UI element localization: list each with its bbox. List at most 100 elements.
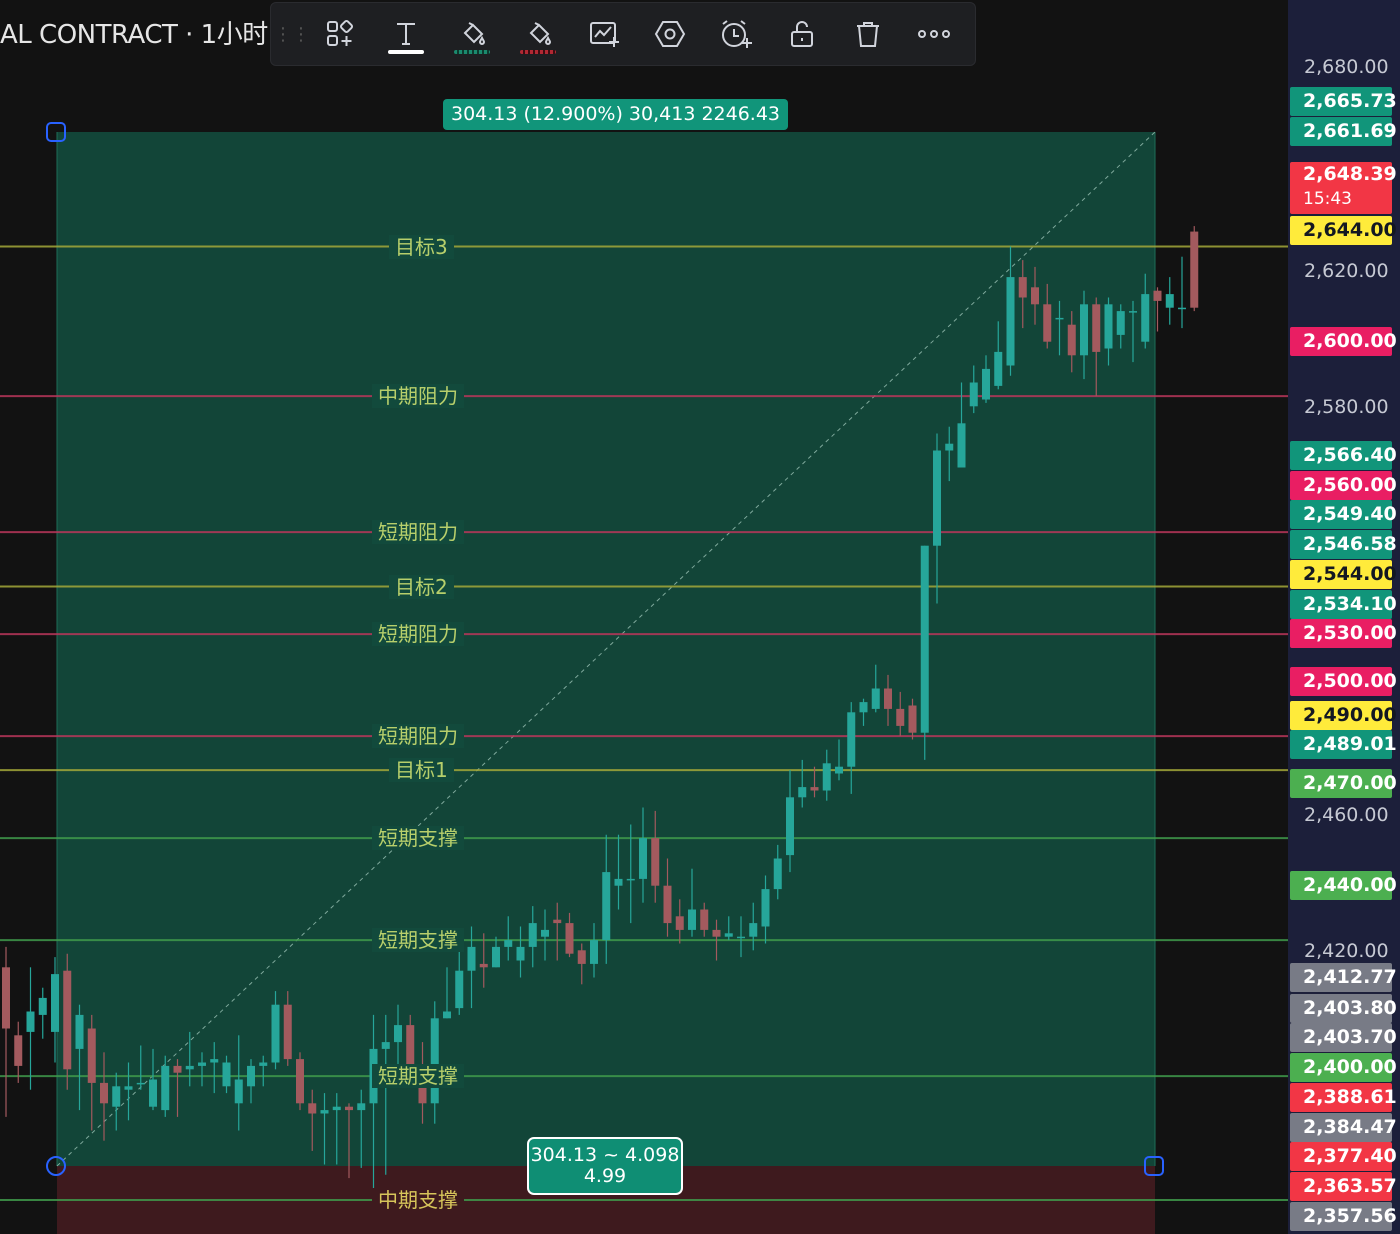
- candle-body: [1165, 294, 1174, 308]
- level-label[interactable]: 短期支撑: [372, 826, 464, 851]
- price-badge-value: 2,661.69: [1303, 120, 1397, 142]
- level-label[interactable]: 目标1: [389, 758, 454, 783]
- templates-icon[interactable]: [307, 2, 373, 66]
- price-badge-value: 2,566.40: [1303, 444, 1397, 466]
- price-badge: 2,384.47: [1290, 1113, 1397, 1142]
- price-badge: 2,440.00: [1290, 871, 1397, 900]
- candle-body: [222, 1062, 231, 1087]
- price-badge-value: 2,363.57: [1303, 1175, 1397, 1197]
- candle-body: [884, 688, 892, 709]
- candle-body: [945, 443, 954, 451]
- candle-body: [639, 838, 647, 879]
- candle-body: [908, 705, 917, 733]
- price-badge: 2,400.00: [1290, 1053, 1397, 1082]
- price-badge-value: 2,534.10: [1303, 593, 1397, 615]
- candle-body: [871, 688, 880, 709]
- price-badge-value: 2,357.56: [1303, 1205, 1397, 1227]
- price-badge: 2,489.01: [1290, 730, 1397, 759]
- candle-body: [590, 940, 598, 964]
- candle-body: [492, 946, 500, 968]
- candle-body: [761, 889, 770, 927]
- candle-body: [577, 950, 586, 964]
- position-stats-line2: 4.99: [583, 1165, 627, 1187]
- candle-body: [1031, 287, 1039, 305]
- candle-body: [394, 1025, 402, 1043]
- chart-canvas[interactable]: [0, 0, 1400, 1234]
- price-badge-value: 2,400.00: [1303, 1056, 1397, 1078]
- add-alert-chart-icon[interactable]: [571, 2, 637, 66]
- level-label[interactable]: 短期阻力: [372, 622, 464, 647]
- candle-body: [259, 1062, 268, 1066]
- price-badge: 2,403.80: [1290, 994, 1397, 1023]
- price-badge: 2,363.57: [1290, 1172, 1397, 1201]
- candle-body: [835, 766, 843, 774]
- axis-tick-label: 2,460.00: [1304, 804, 1389, 826]
- axis-tick-label: 2,580.00: [1304, 396, 1389, 418]
- trash-icon[interactable]: [835, 2, 901, 66]
- line-color-icon[interactable]: [505, 2, 571, 66]
- candle-body: [100, 1082, 108, 1104]
- price-badge-value: 2,412.77: [1303, 966, 1397, 988]
- fill-color-icon[interactable]: [439, 2, 505, 66]
- price-badge: 2,357.56: [1290, 1202, 1397, 1231]
- candle-body: [565, 923, 574, 954]
- candle-body: [1129, 311, 1137, 313]
- candle-body: [798, 787, 807, 798]
- candle-body: [504, 940, 513, 947]
- candle-body: [773, 858, 782, 890]
- level-label[interactable]: 目标3: [389, 234, 454, 259]
- level-label[interactable]: 目标2: [389, 574, 454, 599]
- price-badge: 2,600.00: [1290, 327, 1397, 356]
- fill-color-swatch: [454, 50, 490, 54]
- price-badge: 2,388.61: [1290, 1083, 1397, 1112]
- candle-body: [651, 838, 660, 886]
- price-badge-value: 2,384.47: [1303, 1116, 1397, 1138]
- alarm-add-icon[interactable]: [703, 2, 769, 66]
- drawing-toolbar: ⋮⋮: [270, 2, 976, 66]
- candle-body: [675, 916, 684, 930]
- candle-body: [933, 450, 941, 546]
- price-badge-value: 2,546.58: [1303, 533, 1397, 555]
- level-label[interactable]: 短期阻力: [372, 724, 464, 749]
- candle-body: [87, 1028, 96, 1083]
- price-badge: 2,534.10: [1290, 590, 1397, 619]
- level-label[interactable]: 短期阻力: [372, 520, 464, 545]
- level-label[interactable]: 短期支撑: [372, 928, 464, 953]
- candle-body: [332, 1106, 341, 1111]
- axis-tick-label: 2,680.00: [1304, 56, 1389, 78]
- drag-handle-icon[interactable]: ⋮⋮: [274, 2, 310, 66]
- candle-body: [626, 878, 635, 881]
- candle-body: [969, 382, 978, 407]
- position-stats-line1: 304.13 ~ 4.098: [530, 1144, 680, 1166]
- lock-icon[interactable]: [769, 2, 835, 66]
- text-icon[interactable]: [373, 2, 439, 66]
- candle-body: [663, 885, 672, 924]
- symbol-title[interactable]: AL CONTRACT · 1小时 ·: [0, 14, 284, 51]
- candle-body: [810, 787, 819, 791]
- settings-hexagon-icon[interactable]: [637, 2, 703, 66]
- candle-body: [1153, 290, 1162, 301]
- level-label[interactable]: 短期支撑: [372, 1064, 464, 1089]
- candle-body: [614, 878, 623, 886]
- candle-body: [161, 1065, 170, 1111]
- candle-body: [700, 909, 709, 930]
- candle-body: [2, 967, 10, 1029]
- candle-body: [430, 1018, 439, 1104]
- candle-body: [296, 1059, 304, 1104]
- candle-body: [688, 909, 696, 930]
- price-badge: 2,470.00: [1290, 769, 1397, 798]
- candle-body: [149, 1079, 157, 1107]
- candle-body: [14, 1035, 23, 1066]
- price-badge: 2,566.40: [1290, 441, 1397, 470]
- candle-body: [26, 1011, 35, 1032]
- candle-body: [749, 923, 758, 937]
- level-label[interactable]: 中期支撑: [372, 1187, 464, 1212]
- candle-body: [1092, 304, 1101, 352]
- price-badge-value: 2,403.80: [1303, 997, 1397, 1019]
- level-label[interactable]: 中期阻力: [372, 384, 464, 409]
- candle-body: [1067, 324, 1076, 356]
- candle-body: [381, 1042, 390, 1049]
- more-icon[interactable]: [901, 2, 967, 66]
- candle-body: [112, 1086, 121, 1107]
- line-color-swatch: [520, 50, 556, 54]
